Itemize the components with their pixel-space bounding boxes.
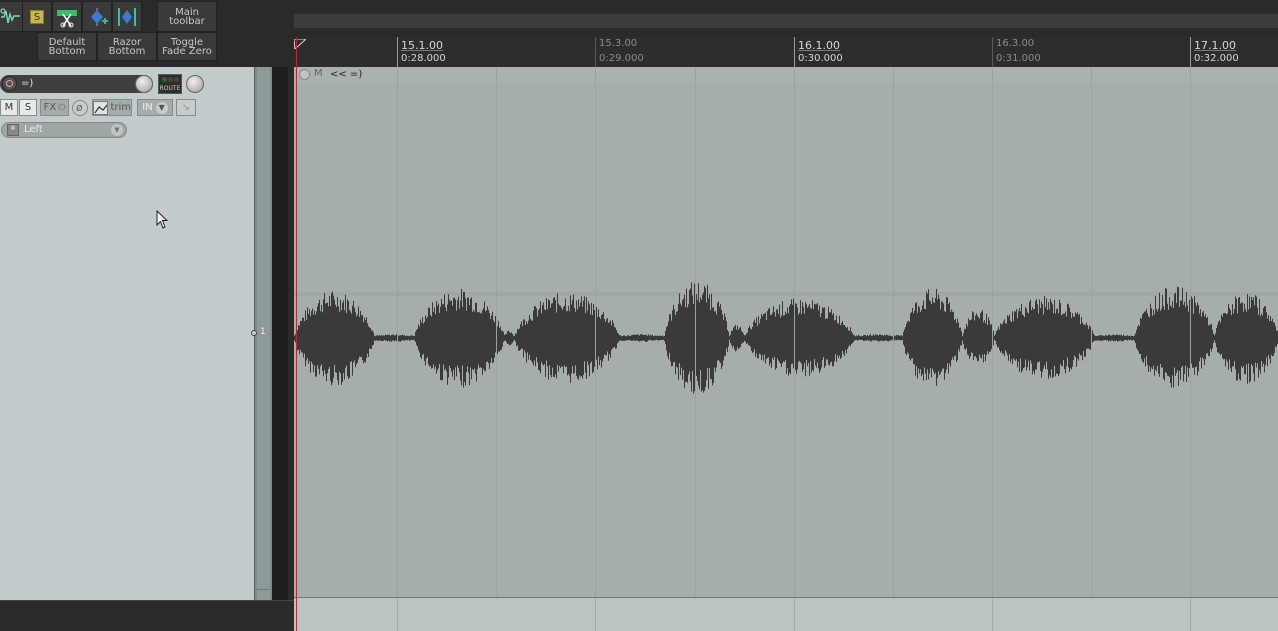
solo-button[interactable]: S (19, 99, 37, 116)
grid-line (695, 67, 696, 597)
volume-knob[interactable] (135, 75, 153, 93)
panel-gap (272, 67, 288, 600)
ruler-bar-label: 16.3.00 (996, 38, 1035, 49)
pan-knob[interactable] (186, 75, 204, 93)
fx-bypass-icon: ⏻ (58, 102, 66, 113)
default-bottom-label-2: Bottom (48, 45, 86, 57)
fx-parameter-chip[interactable]: ▦ Left ▼ (1, 122, 127, 138)
trim-label: trim (110, 102, 131, 113)
add-marker-icon[interactable] (82, 1, 112, 32)
track-number: 1 (260, 327, 266, 337)
ruler-bar-label: 17.1.00 (1194, 39, 1236, 52)
ruler-tick (794, 37, 795, 67)
fx-label: FX (43, 102, 57, 113)
empty-track-area[interactable] (294, 597, 1278, 631)
phase-invert-button[interactable]: ø (72, 100, 88, 116)
toggle-fade-label-2: Fade Zero (162, 45, 212, 57)
item-name: << =) (330, 69, 363, 80)
timeline-region-lane[interactable] (294, 14, 1278, 28)
scrollbar-corner (257, 589, 270, 598)
waveform (294, 282, 1278, 394)
item-lock-icon[interactable] (299, 69, 310, 80)
route-label: ROUTE (159, 85, 181, 92)
record-icon (6, 80, 13, 87)
chevron-down-icon: ▼ (111, 124, 123, 136)
region-marker-icon[interactable] (112, 1, 142, 32)
grid-line (1190, 67, 1191, 597)
ruler-bar-label: 15.3.00 (599, 38, 638, 49)
main-toolbar-button[interactable]: Main toolbar (157, 1, 217, 32)
grid-line (397, 67, 398, 597)
fx-chip-icon: ▦ (7, 124, 19, 136)
phase-icon: ø (76, 101, 83, 114)
track-folder-button[interactable]: ↘ (176, 99, 196, 116)
grid-line (992, 67, 993, 597)
envelope-trim-button[interactable]: trim (92, 99, 132, 116)
ruler-tick (397, 37, 398, 67)
tcp-footer (0, 600, 294, 631)
fx-chip-label: Left (24, 124, 43, 135)
ruler-time-label: 0:31.000 (996, 53, 1041, 64)
grid-line (893, 67, 894, 597)
folder-arrow-icon: ↘ (181, 102, 191, 113)
timeline-ruler[interactable]: 15.1.00 0:28.000 15.3.00 0:29.000 16.1.0… (294, 37, 1278, 67)
daw-window: S Main toolbar Default Bottom Razor Bott… (0, 0, 1278, 631)
mouse-pointer-icon (156, 210, 169, 229)
input-button[interactable]: IN ▼ (137, 99, 173, 116)
main-toolbar-label-2: toolbar (169, 15, 205, 27)
grid-line (1091, 67, 1092, 597)
waveform-path (294, 282, 1278, 394)
grid-line (1190, 598, 1191, 631)
razor-bottom-button[interactable]: Razor Bottom (97, 32, 157, 61)
razor-bottom-label-2: Bottom (108, 45, 146, 57)
fx-button[interactable]: FX ⏻ (40, 99, 69, 116)
envelope-icon (93, 100, 109, 115)
mute-button[interactable]: M (0, 99, 18, 116)
grid-line (496, 67, 497, 597)
media-item[interactable] (294, 83, 1278, 597)
grid-line (992, 598, 993, 631)
toggle-fade-zero-button[interactable]: Toggle Fade Zero (157, 32, 217, 61)
grid-line (794, 67, 795, 597)
grid-line (397, 598, 398, 631)
track-control-panel: =) ROUTE M S FX ⏻ ø trim IN ▼ ↘ ▦ Left ▼ (0, 67, 254, 600)
route-led-icon (174, 77, 179, 82)
ruler-time-label: 0:29.000 (599, 53, 644, 64)
ruler-tick (1190, 37, 1191, 67)
route-led-icon (168, 77, 173, 82)
grid-line (595, 67, 596, 597)
record-arm-button[interactable] (2, 76, 17, 91)
edit-cursor[interactable] (296, 37, 297, 631)
ruler-tick (992, 37, 993, 67)
solo-icon[interactable]: S (22, 1, 52, 32)
ruler-time-label: 0:32.000 (1194, 53, 1239, 64)
ruler-time-label: 0:30.000 (798, 53, 843, 64)
ruler-bar-label: 16.1.00 (798, 39, 840, 52)
grid-line (595, 598, 596, 631)
track-height-handle[interactable] (251, 330, 257, 336)
default-bottom-button[interactable]: Default Bottom (37, 32, 97, 61)
item-header: M << =) (294, 67, 1278, 83)
grid-line (794, 598, 795, 631)
route-led-icon (162, 77, 167, 82)
item-mute-button[interactable]: M (314, 68, 323, 79)
arrange-view[interactable]: M << =) (294, 67, 1278, 597)
ruler-tick (595, 37, 596, 67)
split-item-icon[interactable] (52, 1, 82, 32)
ruler-time-label: 0:28.000 (401, 53, 446, 64)
route-button[interactable]: ROUTE (158, 74, 182, 94)
in-label: IN (142, 102, 153, 113)
track-name: =) (21, 78, 34, 89)
chevron-down-icon: ▼ (155, 101, 168, 114)
ruler-bar-label: 15.1.00 (401, 39, 443, 52)
